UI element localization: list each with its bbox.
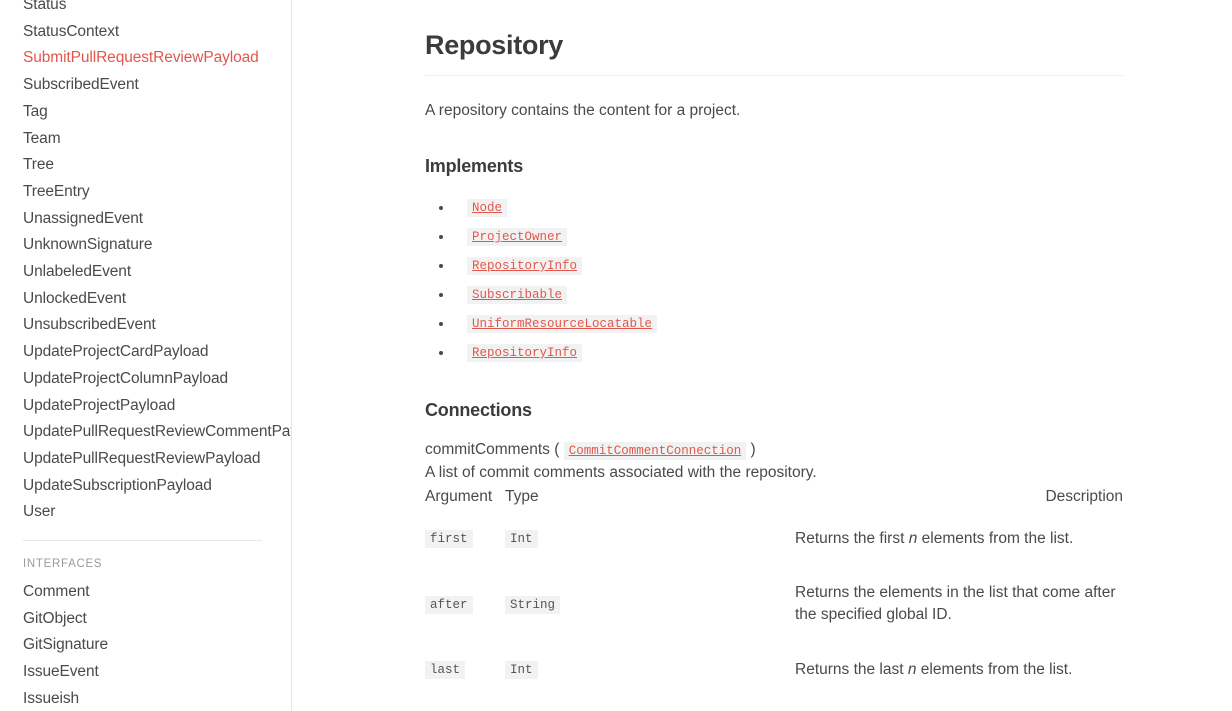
description-text: Returns the first xyxy=(795,529,909,547)
title-divider xyxy=(425,75,1123,76)
description-text-tail: elements from the list. xyxy=(917,529,1074,547)
connections-list: commitComments ( CommitCommentConnection… xyxy=(425,438,1123,711)
arguments-table: Argument Type Description first Int Returns t… xyxy=(425,488,1123,711)
interface-link-projectowner[interactable]: ProjectOwner xyxy=(467,228,568,246)
table-row: after String Returns the elements in the l… xyxy=(425,566,1123,642)
sidebar-item-tree[interactable]: Tree xyxy=(0,152,291,179)
argument-type: String xyxy=(505,595,561,614)
table-cell-argument: first xyxy=(425,511,505,566)
interface-link-subscribable[interactable]: Subscribable xyxy=(467,286,568,304)
description-text: Returns the elements in the list that co… xyxy=(795,584,1116,623)
section-heading-connections: Connections xyxy=(425,400,532,420)
argument-name: last xyxy=(425,661,466,679)
argument-name: after xyxy=(425,595,473,614)
argument-name: first xyxy=(425,530,473,548)
table-cell-description: Returns the elements in the list that co… xyxy=(795,566,1123,642)
documentation-page: Status StatusContext SubmitPullRequestRevi… xyxy=(0,0,1232,711)
connection-signature: commitComments ( CommitCommentConnection… xyxy=(425,438,1123,463)
argument-type: Int xyxy=(505,530,538,548)
table-cell-description: Returns the last n elements from the lis… xyxy=(795,642,1123,697)
sidebar-section-title-interfaces: Interfaces xyxy=(23,558,103,571)
table-cell-type: Int xyxy=(505,511,795,566)
sidebar-item-gitsignature[interactable]: GitSignature xyxy=(0,632,291,659)
sidebar-item-updatepullrequestreviewcommentpayload[interactable]: UpdatePullRequestReviewCommentPayload xyxy=(0,419,291,446)
sidebar-interfaces-list: Comment GitObject GitSignature IssueEvent Is… xyxy=(0,579,291,711)
open-paren: ( xyxy=(554,441,560,458)
implements-list: Node ProjectOwner RepositoryInfo Subscribab… xyxy=(425,193,1123,367)
table-header-row: Argument Type Description xyxy=(425,488,1123,511)
page-title: Repository xyxy=(425,30,564,60)
sidebar-item-gitobject[interactable]: GitObject xyxy=(0,606,291,633)
connection-block: commitComments ( CommitCommentConnection… xyxy=(425,438,1123,711)
sidebar-item-unknownsignature[interactable]: UnknownSignature xyxy=(0,232,291,259)
sidebar-item-team[interactable]: Team xyxy=(0,126,291,153)
table-cell-type: String xyxy=(505,697,795,711)
sidebar-item-comment[interactable]: Comment xyxy=(0,579,291,606)
interface-link-uniformresourcelocatable[interactable]: UniformResourceLocatable xyxy=(467,315,658,333)
implements-list-item: Node xyxy=(425,193,1123,222)
table-cell-type: Int xyxy=(505,642,795,697)
sidebar-item-unlabeledevent[interactable]: UnlabeledEvent xyxy=(0,259,291,286)
implements-list-item: RepositoryInfo xyxy=(425,251,1123,280)
connection-type-link[interactable]: CommitCommentConnection xyxy=(563,442,747,460)
sidebar-item-updatesubscriptionpayload[interactable]: UpdateSubscriptionPayload xyxy=(0,473,291,500)
main-content: Repository A repository contains the con… xyxy=(292,0,1232,711)
column-header-argument: Argument xyxy=(425,488,493,505)
description-text-tail: elements from the list. xyxy=(916,660,1073,678)
section-heading-implements: Implements xyxy=(425,156,524,176)
sidebar-item-submitpullrequestreviewpayload[interactable]: SubmitPullRequestReviewPayload xyxy=(0,45,291,72)
sidebar-types-list: Status StatusContext SubmitPullRequestRevi… xyxy=(0,0,291,526)
implements-list-item: RepositoryInfo xyxy=(425,338,1123,367)
sidebar-item-status[interactable]: Status xyxy=(0,0,291,19)
sidebar-item-treeentry[interactable]: TreeEntry xyxy=(0,179,291,206)
column-header-type: Type xyxy=(505,488,539,505)
table-row: beforeStringReturns the elements in the … xyxy=(425,697,1123,711)
table-cell-description: Returns the elements in the list that co… xyxy=(795,697,1123,711)
sidebar-item-issueevent[interactable]: IssueEvent xyxy=(0,659,291,686)
sidebar-item-unassignedevent[interactable]: UnassignedEvent xyxy=(0,206,291,233)
interface-link-repositoryinfo[interactable]: RepositoryInfo xyxy=(467,344,583,362)
table-row: first Int Returns the first n elements fro… xyxy=(425,511,1123,566)
table-cell-description: Returns the first n elements from the li… xyxy=(795,511,1123,566)
table-cell-argument: after xyxy=(425,566,505,642)
table-row: last Int Returns the last n elements from … xyxy=(425,642,1123,697)
sidebar-scroll-container[interactable]: Status StatusContext SubmitPullRequestRevi… xyxy=(0,0,291,711)
sidebar-item-statuscontext[interactable]: StatusContext xyxy=(0,19,291,46)
sidebar-item-unlockedevent[interactable]: UnlockedEvent xyxy=(0,286,291,313)
connection-name: commitComments xyxy=(425,441,550,458)
sidebar-item-subscribedevent[interactable]: SubscribedEvent xyxy=(0,72,291,99)
sidebar: Status StatusContext SubmitPullRequestRevi… xyxy=(0,0,292,711)
interface-link-node[interactable]: Node xyxy=(467,199,508,217)
implements-list-item: UniformResourceLocatable xyxy=(425,309,1123,338)
argument-type: Int xyxy=(505,661,538,679)
sidebar-item-updateprojectpayload[interactable]: UpdateProjectPayload xyxy=(0,393,291,420)
connection-description: A list of commit comments associated wit… xyxy=(425,464,817,481)
sidebar-divider xyxy=(23,540,262,542)
column-header-description: Description xyxy=(1045,488,1123,505)
table-cell-type: String xyxy=(505,566,795,642)
main-content-inner: Repository A repository contains the con… xyxy=(425,0,1123,711)
implements-list-item: ProjectOwner xyxy=(425,222,1123,251)
close-paren: ) xyxy=(750,441,756,458)
implements-list-item: Subscribable xyxy=(425,280,1123,309)
page-description: A repository contains the content for a … xyxy=(425,102,741,119)
sidebar-item-tag[interactable]: Tag xyxy=(0,99,291,126)
table-cell-argument: before xyxy=(425,697,505,711)
sidebar-item-updateprojectcardpayload[interactable]: UpdateProjectCardPayload xyxy=(0,339,291,366)
interface-link-repositoryinfo[interactable]: RepositoryInfo xyxy=(467,257,583,275)
description-text: Returns the last xyxy=(795,660,908,678)
sidebar-item-unsubscribedevent[interactable]: UnsubscribedEvent xyxy=(0,312,291,339)
sidebar-item-user[interactable]: User xyxy=(0,499,291,526)
sidebar-item-issueish[interactable]: Issueish xyxy=(0,686,291,711)
sidebar-item-updatepullrequestreviewpayload[interactable]: UpdatePullRequestReviewPayload xyxy=(0,446,291,473)
table-cell-argument: last xyxy=(425,642,505,697)
sidebar-item-updateprojectcolumnpayload[interactable]: UpdateProjectColumnPayload xyxy=(0,366,291,393)
